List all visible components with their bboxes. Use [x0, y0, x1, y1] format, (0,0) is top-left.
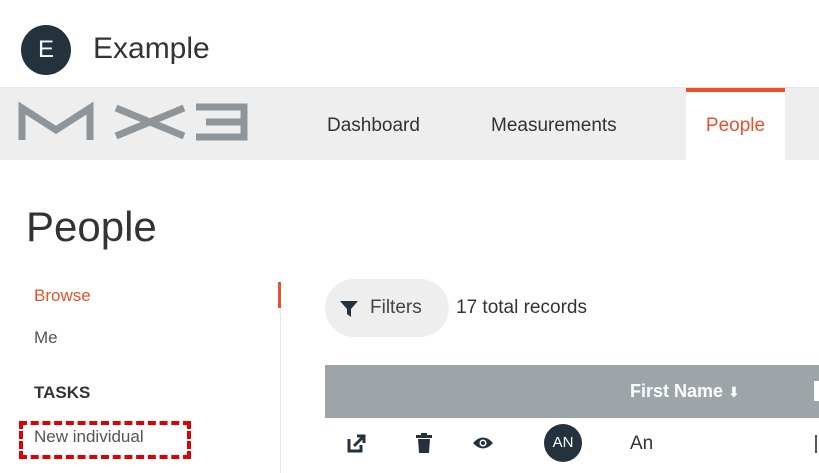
trash-icon[interactable] [416, 433, 432, 453]
filter-icon [340, 301, 358, 317]
avatar: AN [544, 424, 582, 462]
column-header-first-name[interactable]: First Name ⬇ [630, 381, 740, 402]
filters-button[interactable]: Filters [325, 279, 449, 337]
cell-next-partial [815, 435, 817, 453]
page-title: People [26, 203, 157, 250]
cell-first-name: An [630, 433, 654, 454]
open-external-icon[interactable] [346, 434, 366, 454]
nav-tab-measurements[interactable]: Measurements [491, 88, 617, 160]
sort-descending-icon: ⬇ [728, 384, 740, 400]
org-header: E Example [0, 0, 819, 88]
mx3-logo[interactable] [18, 102, 250, 142]
sidebar-item-browse[interactable]: Browse [34, 286, 91, 306]
org-avatar[interactable]: E [21, 25, 71, 75]
nav-tab-dashboard[interactable]: Dashboard [327, 88, 420, 160]
org-name[interactable]: Example [93, 32, 210, 66]
column-header-first-name-label: First Name [630, 381, 724, 401]
main-nav: Dashboard Measurements People [0, 88, 819, 160]
sidebar-tasks-heading: TASKS [34, 383, 91, 402]
sidebar-active-indicator [278, 282, 281, 308]
nav-tab-people[interactable]: People [686, 88, 785, 160]
records-count: 17 total records [456, 297, 587, 318]
eye-icon[interactable] [473, 436, 493, 450]
highlight-box [19, 421, 191, 459]
sidebar-divider [280, 308, 281, 473]
filters-label: Filters [370, 297, 422, 318]
column-header-next-partial [814, 381, 819, 401]
table-header: First Name ⬇ [325, 365, 819, 418]
sidebar-item-me[interactable]: Me [34, 328, 58, 348]
